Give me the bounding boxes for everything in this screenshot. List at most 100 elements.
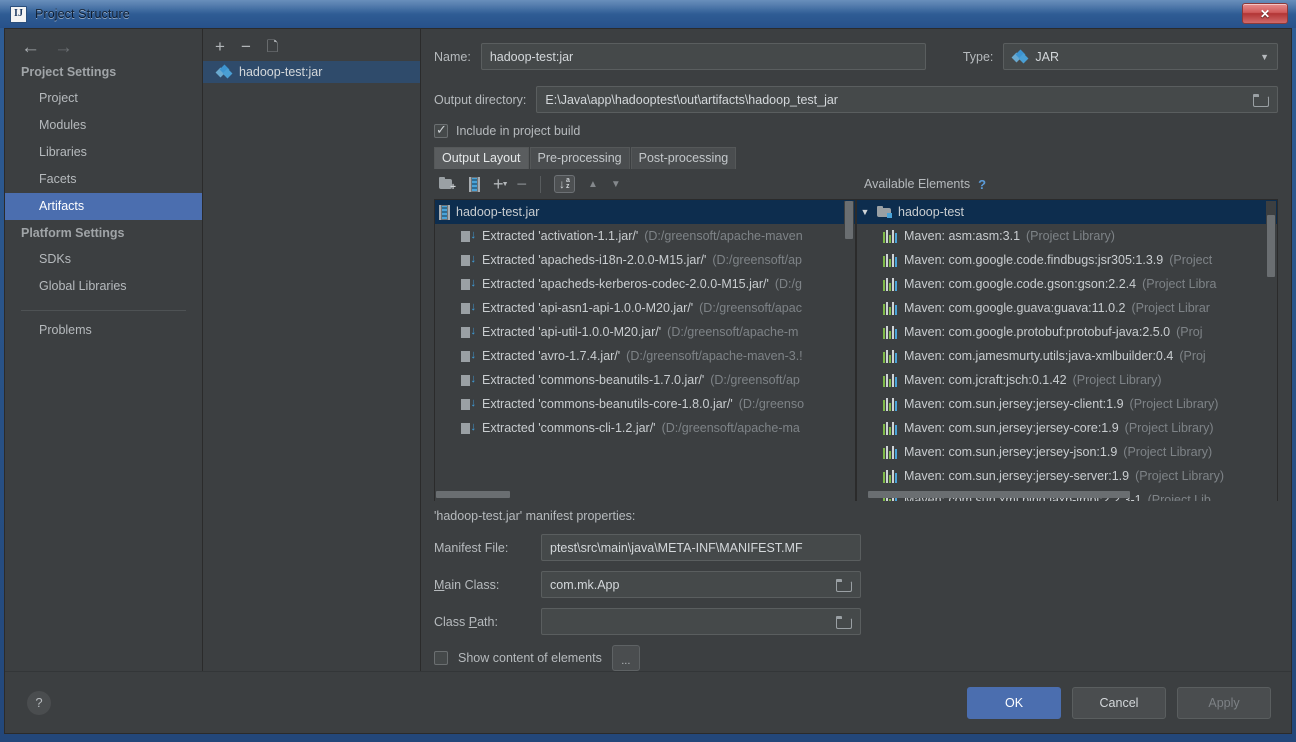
tree-row-root[interactable]: ▼ hadoop-test bbox=[857, 200, 1277, 224]
scrollbar-thumb[interactable] bbox=[1267, 215, 1275, 277]
ok-button[interactable]: OK bbox=[967, 686, 1061, 719]
output-layout-toolbar: + + ▼ − ↓ a z ▲ ▼ bbox=[434, 175, 856, 193]
main-class-input[interactable]: com.mk.App bbox=[541, 571, 861, 598]
tree-row[interactable]: Extracted 'apacheds-kerberos-codec-2.0.0… bbox=[435, 272, 855, 296]
show-content-row[interactable]: Show content of elements ... bbox=[434, 645, 1278, 671]
remove-artifact-button[interactable]: − bbox=[241, 38, 251, 55]
chevron-down-icon[interactable]: ▼ bbox=[859, 207, 871, 217]
tree-item-note: (Project Librar bbox=[1131, 301, 1210, 315]
window-title-bar: IJ Project Structure ✕ bbox=[0, 0, 1296, 28]
tree-row[interactable]: Maven: asm:asm:3.1 (Project Library) bbox=[857, 224, 1277, 248]
output-directory-input[interactable]: E:\Java\app\hadooptest\out\artifacts\had… bbox=[536, 86, 1278, 113]
tree-item-name: Maven: com.sun.jersey:jersey-core:1.9 bbox=[904, 421, 1119, 435]
available-tree-vscrollbar[interactable] bbox=[1266, 201, 1276, 500]
tree-row[interactable]: Extracted 'commons-beanutils-1.7.0.jar/'… bbox=[435, 368, 855, 392]
add-directory-icon[interactable]: + bbox=[439, 177, 456, 193]
add-archive-icon[interactable] bbox=[469, 176, 480, 192]
add-element-button[interactable]: + ▼ bbox=[493, 175, 509, 193]
layout-trees: + + ▼ − ↓ a z ▲ ▼ Available Elements ? h… bbox=[434, 169, 1278, 501]
sidebar-item-global-libraries[interactable]: Global Libraries bbox=[5, 273, 202, 300]
remove-element-button[interactable]: − bbox=[517, 175, 528, 193]
include-in-build-checkbox[interactable] bbox=[434, 122, 448, 138]
tab-output-layout[interactable]: Output Layout bbox=[434, 147, 529, 169]
cancel-button[interactable]: Cancel bbox=[1072, 686, 1166, 719]
type-value: JAR bbox=[1035, 49, 1060, 64]
available-elements-title: Available Elements bbox=[864, 177, 971, 191]
scrollbar-thumb[interactable] bbox=[436, 491, 510, 498]
list-item[interactable]: hadoop-test:jar bbox=[203, 61, 420, 83]
tab-pre-processing[interactable]: Pre-processing bbox=[529, 147, 630, 169]
class-path-input[interactable] bbox=[541, 608, 861, 635]
sort-az-icon[interactable]: ↓ a z bbox=[554, 175, 575, 193]
tree-row[interactable]: Maven: com.sun.jersey:jersey-core:1.9 (P… bbox=[857, 416, 1277, 440]
available-tree-hscrollbar[interactable] bbox=[858, 491, 1265, 500]
sidebar-item-project[interactable]: Project bbox=[5, 85, 202, 112]
available-elements-tree[interactable]: ▼ hadoop-test Maven: asm:asm:3.1 (Projec… bbox=[856, 199, 1278, 501]
more-options-button[interactable]: ... bbox=[611, 645, 640, 671]
output-layout-tree[interactable]: hadoop-test.jar Extracted 'activation-1.… bbox=[434, 199, 856, 501]
type-select[interactable]: JAR ▼ bbox=[1003, 43, 1278, 70]
tab-post-processing[interactable]: Post-processing bbox=[630, 147, 737, 169]
close-icon: ✕ bbox=[1259, 6, 1271, 21]
tree-row[interactable]: Extracted 'commons-beanutils-core-1.8.0.… bbox=[435, 392, 855, 416]
tree-row[interactable]: Extracted 'apacheds-i18n-2.0.0-M15.jar/'… bbox=[435, 248, 855, 272]
tree-row[interactable]: Extracted 'activation-1.1.jar/' (D:/gree… bbox=[435, 224, 855, 248]
scrollbar-thumb[interactable] bbox=[868, 491, 1130, 498]
output-directory-row: Output directory: E:\Java\app\hadooptest… bbox=[434, 86, 1278, 113]
artifact-list: hadoop-test:jar bbox=[203, 59, 420, 671]
sidebar-item-artifacts[interactable]: Artifacts bbox=[5, 193, 202, 220]
tree-row[interactable]: Maven: com.sun.jersey:jersey-client:1.9 … bbox=[857, 392, 1277, 416]
tree-item-note: (Project Library) bbox=[1072, 373, 1162, 387]
folder-browse-icon[interactable] bbox=[1253, 93, 1269, 107]
help-button[interactable]: ? bbox=[27, 690, 51, 715]
copy-artifact-icon[interactable]: 🗋 bbox=[267, 39, 278, 53]
tree-row[interactable]: Maven: com.google.code.findbugs:jsr305:1… bbox=[857, 248, 1277, 272]
show-content-checkbox[interactable] bbox=[434, 651, 448, 665]
include-in-build-row[interactable]: Include in project build bbox=[434, 122, 1278, 138]
tree-row[interactable]: Maven: com.google.guava:guava:11.0.2 (Pr… bbox=[857, 296, 1277, 320]
tree-row[interactable]: Maven: com.google.code.gson:gson:2.2.4 (… bbox=[857, 272, 1277, 296]
tree-row[interactable]: Maven: com.sun.jersey:jersey-server:1.9 … bbox=[857, 464, 1277, 488]
tree-row[interactable]: Maven: com.google.protobuf:protobuf-java… bbox=[857, 320, 1277, 344]
chevron-down-icon: ▼ bbox=[1260, 51, 1269, 62]
output-tree-vscrollbar[interactable] bbox=[844, 201, 854, 500]
back-arrow-icon[interactable]: ← bbox=[21, 38, 40, 57]
class-path-browse-icon[interactable] bbox=[836, 615, 852, 629]
tree-row[interactable]: Extracted 'api-util-1.0.0-M20.jar/' (D:/… bbox=[435, 320, 855, 344]
main-class-browse-icon[interactable] bbox=[836, 578, 852, 592]
scrollbar-thumb[interactable] bbox=[845, 201, 853, 239]
tree-item-name: Maven: com.google.code.gson:gson:2.2.4 bbox=[904, 277, 1137, 291]
manifest-file-input[interactable]: ptest\src\main\java\META-INF\MANIFEST.MF bbox=[541, 534, 861, 561]
tree-item-path: (D:/g bbox=[774, 277, 802, 291]
help-icon[interactable]: ? bbox=[978, 177, 986, 192]
tree-item-note: (Project Library) bbox=[1026, 229, 1115, 243]
tree-row[interactable]: Extracted 'api-asn1-api-1.0.0-M20.jar/' … bbox=[435, 296, 855, 320]
tree-row[interactable]: Maven: com.jamesmurty.utils:java-xmlbuil… bbox=[857, 344, 1277, 368]
sidebar-item-problems[interactable]: Problems bbox=[5, 317, 202, 344]
maven-library-icon bbox=[883, 349, 898, 363]
jar-node-icon bbox=[439, 204, 450, 220]
navigation-row: ← → bbox=[5, 29, 202, 59]
add-artifact-button[interactable]: + bbox=[215, 38, 225, 55]
module-folder-icon bbox=[877, 206, 892, 218]
sidebar-item-libraries[interactable]: Libraries bbox=[5, 139, 202, 166]
output-tree-hscrollbar[interactable] bbox=[436, 491, 843, 500]
name-input[interactable]: hadoop-test:jar bbox=[480, 43, 926, 70]
sidebar-item-sdks[interactable]: SDKs bbox=[5, 246, 202, 273]
close-button[interactable]: ✕ bbox=[1242, 3, 1288, 24]
tree-item-name: Maven: asm:asm:3.1 bbox=[904, 229, 1021, 243]
forward-arrow-icon[interactable]: → bbox=[54, 38, 73, 57]
tree-row[interactable]: Extracted 'avro-1.7.4.jar/' (D:/greensof… bbox=[435, 344, 855, 368]
maven-library-icon bbox=[883, 229, 898, 243]
move-down-icon[interactable]: ▼ bbox=[611, 179, 621, 190]
apply-button[interactable]: Apply bbox=[1177, 686, 1271, 719]
tree-item-path: (D:/greensoft/apac bbox=[699, 301, 802, 315]
tree-row-root[interactable]: hadoop-test.jar bbox=[435, 200, 855, 224]
tree-row[interactable]: Maven: com.jcraft:jsch:0.1.42 (Project L… bbox=[857, 368, 1277, 392]
tree-row[interactable]: Maven: com.sun.jersey:jersey-json:1.9 (P… bbox=[857, 440, 1277, 464]
main-class-label: Main Class: bbox=[434, 577, 500, 592]
sidebar-item-modules[interactable]: Modules bbox=[5, 112, 202, 139]
tree-row[interactable]: Extracted 'commons-cli-1.2.jar/' (D:/gre… bbox=[435, 416, 855, 440]
move-up-icon[interactable]: ▲ bbox=[588, 179, 598, 190]
sidebar-item-facets[interactable]: Facets bbox=[5, 166, 202, 193]
